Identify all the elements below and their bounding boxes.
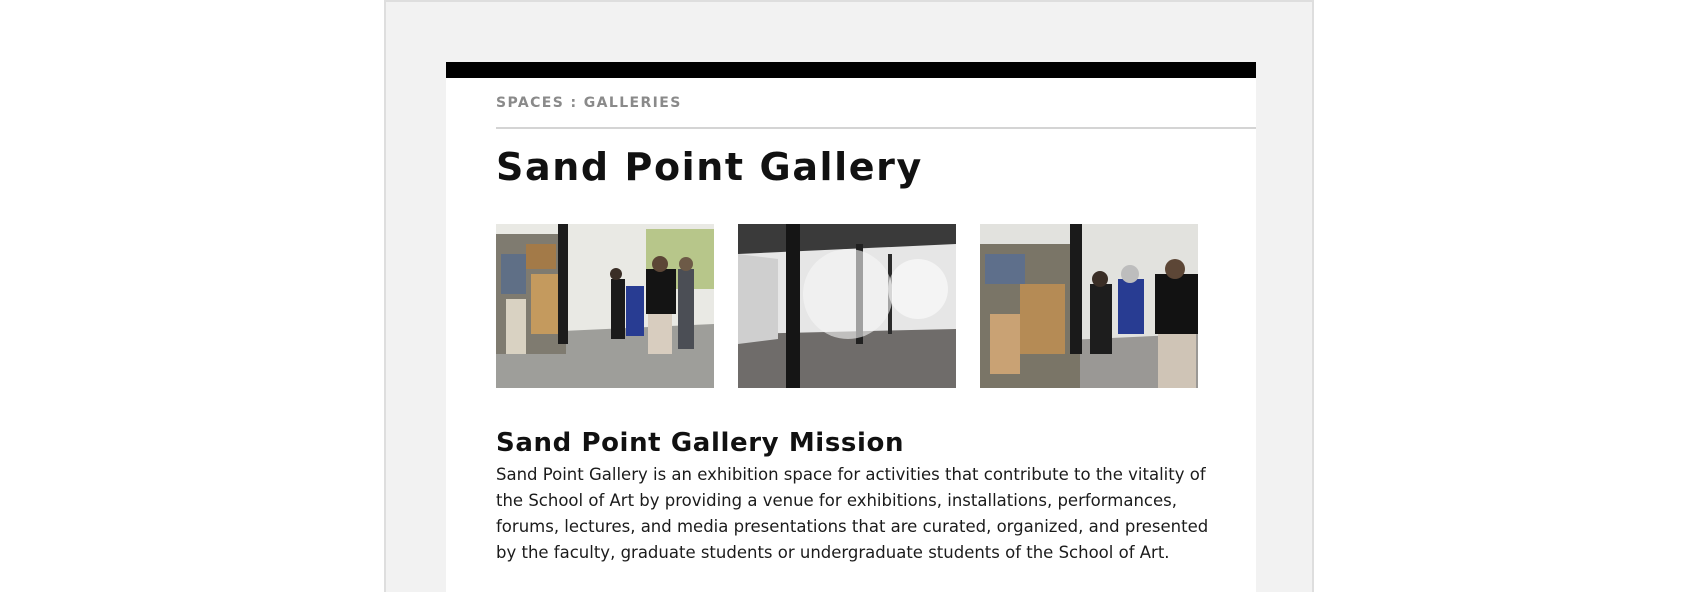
mission-heading: Sand Point Gallery Mission xyxy=(496,428,905,458)
gallery-image-installation-closeup[interactable] xyxy=(980,224,1198,388)
image-gallery xyxy=(496,224,1206,388)
top-black-bar xyxy=(446,62,1256,78)
browser-viewport: SPACES : GALLERIES Sand Point Gallery Sa… xyxy=(384,0,1314,594)
breadcrumb[interactable]: SPACES : GALLERIES xyxy=(496,95,682,111)
breadcrumb-divider xyxy=(496,127,1256,129)
gallery-image-empty-room[interactable] xyxy=(738,224,956,388)
content-card: SPACES : GALLERIES Sand Point Gallery Sa… xyxy=(446,62,1256,594)
page-title: Sand Point Gallery xyxy=(496,145,923,189)
gallery-image-installation-visitors[interactable] xyxy=(496,224,714,388)
mission-paragraph: Sand Point Gallery is an exhibition spac… xyxy=(496,465,1209,562)
